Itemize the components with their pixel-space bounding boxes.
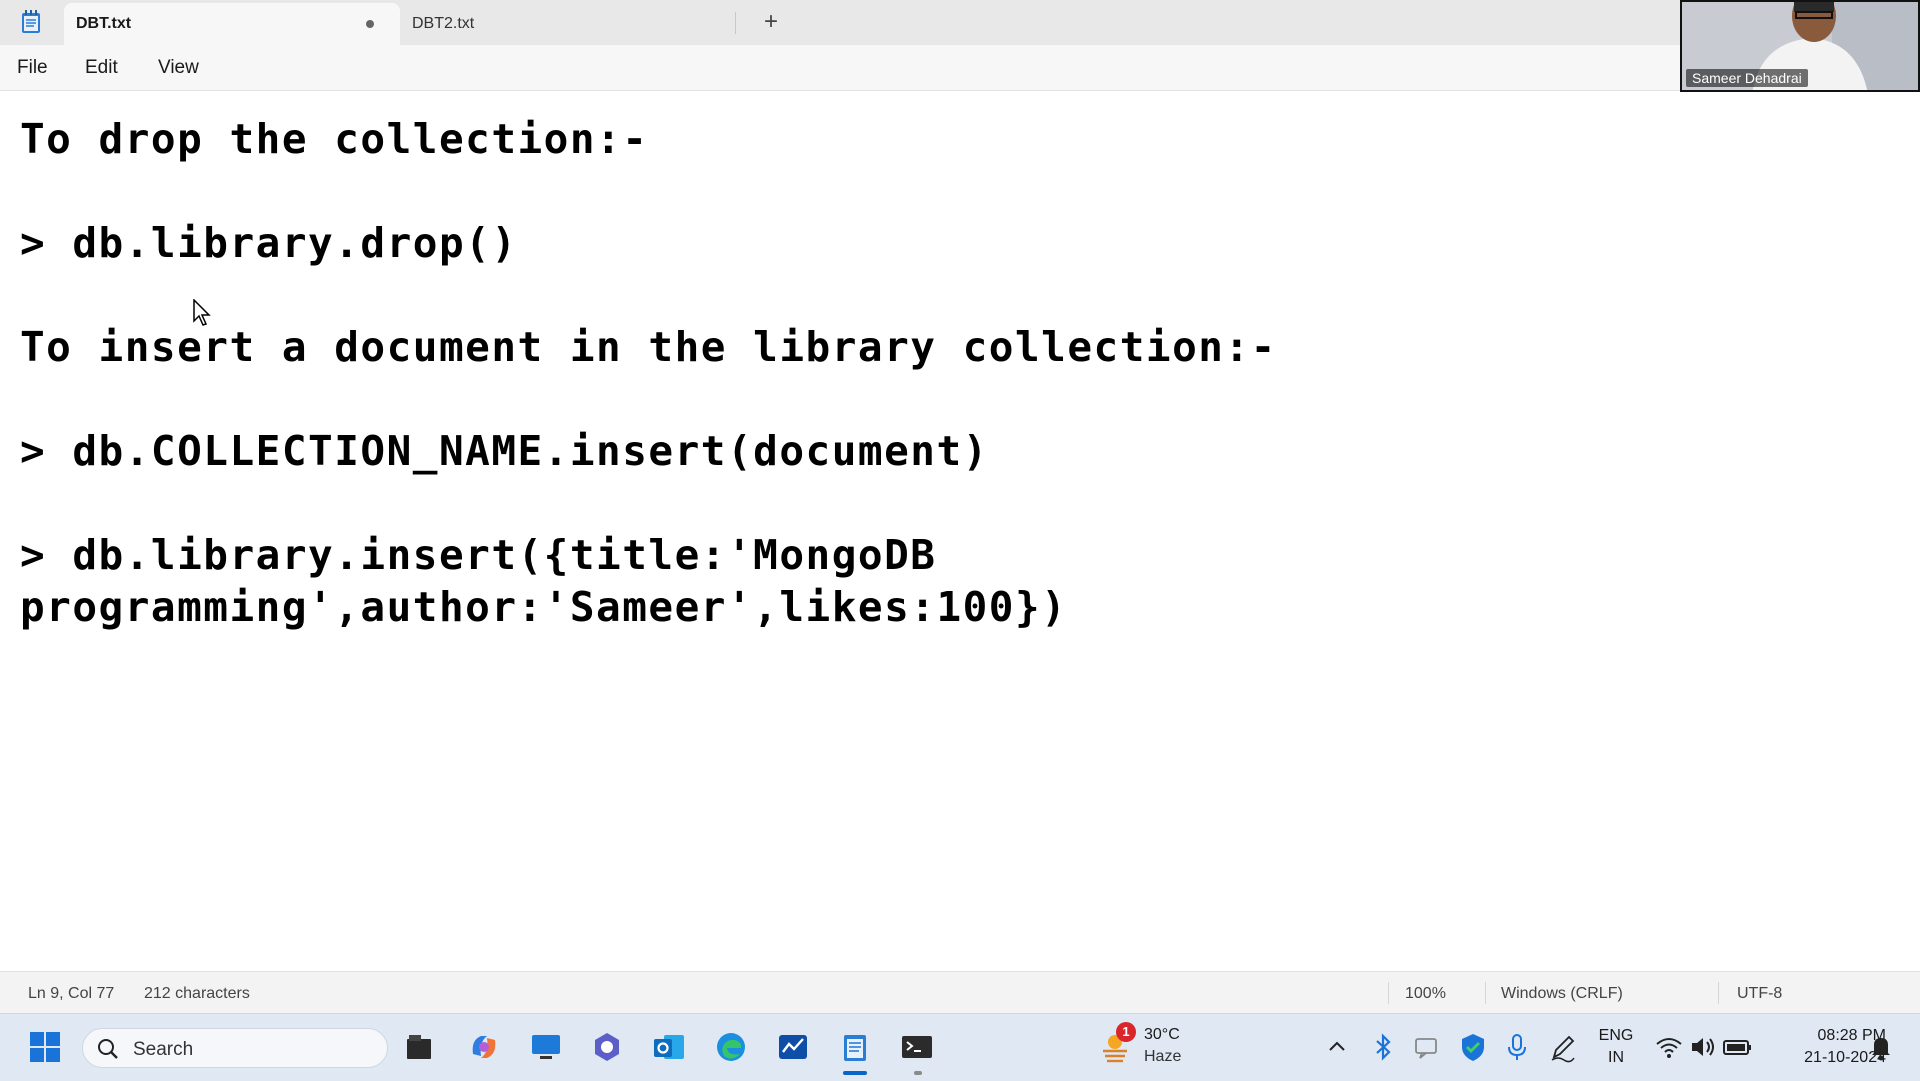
text-editor[interactable]: To drop the collection:- > db.library.dr… (0, 91, 1920, 971)
menu-bar: File Edit View (0, 45, 1920, 91)
tab-label: DBT.txt (76, 15, 132, 32)
bluetooth-icon[interactable] (1366, 1030, 1400, 1064)
file-explorer-icon[interactable] (402, 1030, 436, 1064)
language-region[interactable]: IN (1596, 1049, 1636, 1067)
character-count: 212 characters (144, 985, 250, 1002)
menu-view[interactable]: View (158, 57, 199, 79)
copilot-icon[interactable] (467, 1030, 501, 1064)
windows-start-icon[interactable] (28, 1030, 62, 1064)
taskbar-search[interactable]: Search (82, 1028, 388, 1068)
mouse-pointer-icon (193, 299, 211, 326)
editor-line: > db.COLLECTION_NAME.insert(document) (20, 427, 989, 475)
security-shield-icon[interactable] (1456, 1030, 1490, 1064)
language-code[interactable]: ENG (1596, 1027, 1636, 1045)
participant-name: Sameer Dehadrai (1686, 69, 1808, 87)
editor-line: > db.library.insert({title:'MongoDB (20, 531, 937, 579)
tab-dbt[interactable]: DBT.txt (64, 3, 400, 45)
battery-icon[interactable] (1720, 1030, 1754, 1064)
teams-icon[interactable] (590, 1030, 624, 1064)
notepad-taskbar-icon[interactable] (838, 1030, 872, 1064)
status-divider (1718, 982, 1719, 1004)
status-bar: Ln 9, Col 77 212 characters 100% Windows… (0, 971, 1920, 1014)
whiteboard-icon[interactable] (776, 1030, 810, 1064)
new-tab-button[interactable]: + (756, 8, 786, 38)
tab-label: DBT2.txt (412, 15, 475, 32)
active-app-indicator (843, 1071, 867, 1075)
editor-line: programming',author:'Sameer',likes:100}) (20, 583, 1068, 631)
weather-temperature[interactable]: 30°C (1144, 1026, 1180, 1044)
microphone-icon[interactable] (1500, 1030, 1534, 1064)
menu-edit[interactable]: Edit (85, 57, 118, 79)
search-icon (98, 1039, 118, 1059)
edge-icon[interactable] (714, 1030, 748, 1064)
line-ending[interactable]: Windows (CRLF) (1501, 985, 1623, 1003)
unsaved-dot-icon[interactable] (366, 20, 374, 28)
pen-icon[interactable] (1546, 1030, 1580, 1064)
tab-bar: DBT.txt DBT2.txt + (0, 0, 1920, 45)
open-app-indicator (914, 1071, 922, 1075)
status-divider (1388, 982, 1389, 1004)
status-divider (1485, 982, 1486, 1004)
weather-condition[interactable]: Haze (1144, 1048, 1181, 1066)
editor-line: To insert a document in the library coll… (20, 323, 1277, 371)
search-placeholder: Search (133, 1039, 194, 1060)
editor-line: > db.library.drop() (20, 219, 518, 267)
weather-badge: 1 (1116, 1022, 1136, 1042)
chevron-up-icon[interactable] (1320, 1030, 1354, 1064)
tab-dbt2[interactable]: DBT2.txt (400, 3, 736, 45)
taskbar: Search 1 30°C Haze ENG IN 08:28 PM 21-10… (0, 1013, 1920, 1081)
notification-bell-icon[interactable] (1864, 1030, 1898, 1064)
cursor-position: Ln 9, Col 77 (28, 985, 115, 1002)
zoom-level[interactable]: 100% (1405, 985, 1446, 1003)
menu-file[interactable]: File (17, 57, 48, 79)
desktop-icon[interactable] (529, 1030, 563, 1064)
editor-line: To drop the collection:- (20, 115, 649, 163)
encoding[interactable]: UTF-8 (1737, 985, 1782, 1003)
tab-divider (735, 12, 736, 34)
notepad-icon[interactable] (20, 10, 42, 34)
chat-icon[interactable] (1410, 1030, 1444, 1064)
volume-icon[interactable] (1686, 1030, 1720, 1064)
wifi-icon[interactable] (1652, 1030, 1686, 1064)
terminal-icon[interactable] (900, 1030, 934, 1064)
outlook-icon[interactable] (652, 1030, 686, 1064)
webcam-overlay: Sameer Dehadrai (1680, 0, 1920, 92)
